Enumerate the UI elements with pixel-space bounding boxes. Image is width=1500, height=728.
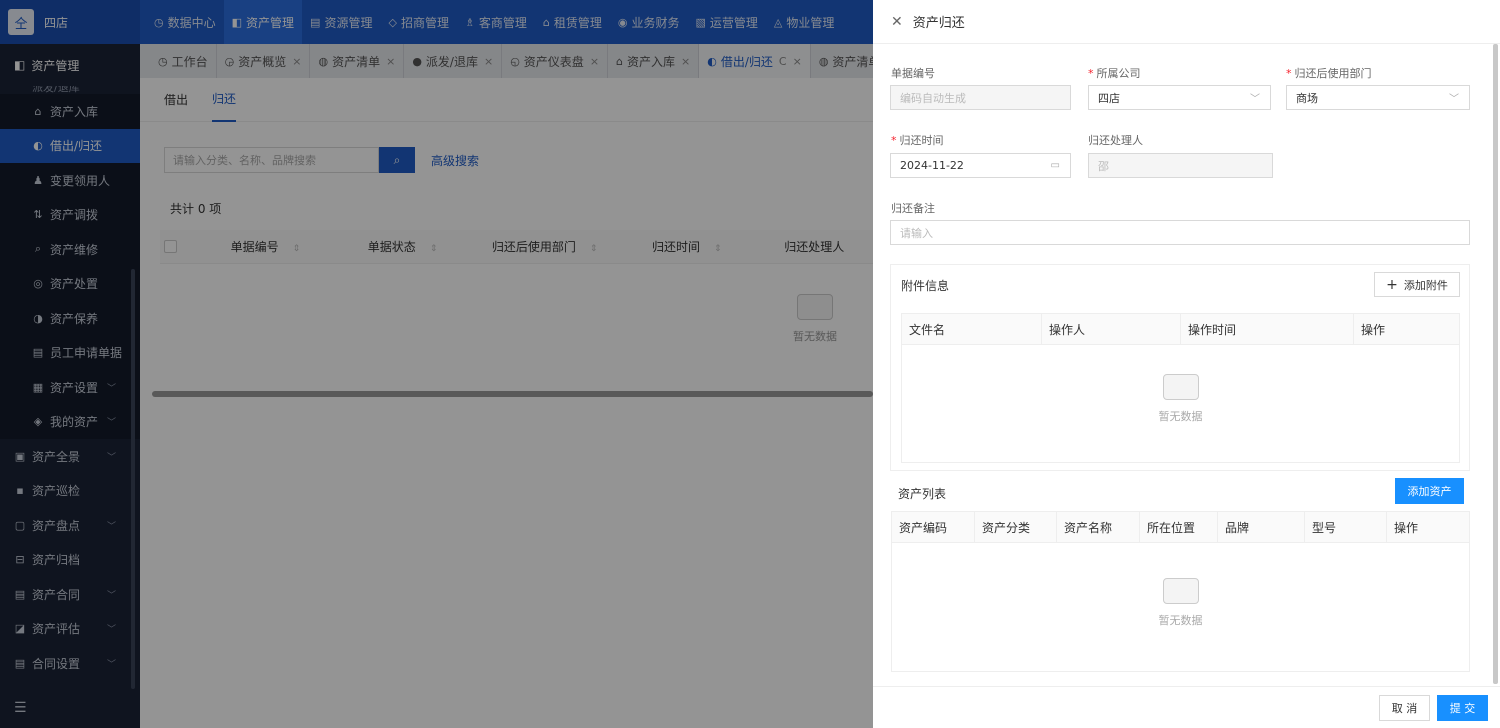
column-header: 操作人 — [1042, 313, 1181, 345]
empty-inbox-icon — [1162, 374, 1199, 400]
submit-button[interactable]: 提 交 — [1437, 695, 1488, 721]
column-header: 操作时间 — [1181, 313, 1354, 345]
asset-return-drawer: ✕ 资产归还 单据编号 编码自动生成 * 所属公司 四店 ﹀ * 归还后使用部门 商… — [873, 0, 1500, 728]
column-header: 资产编码 — [892, 511, 975, 543]
department-label: * 归还后使用部门 — [1286, 67, 1372, 80]
column-header: 资产分类 — [975, 511, 1057, 543]
remark-label: 归还备注 — [891, 202, 935, 215]
empty-inbox-icon — [1162, 578, 1199, 604]
cancel-button[interactable]: 取 消 — [1379, 695, 1430, 721]
attachments-table: 文件名 操作人 操作时间 操作 暂无数据 — [901, 313, 1460, 463]
asset-list-table: 资产编码 资产分类 资产名称 所在位置 品牌 型号 操作 暂无数据 — [891, 511, 1470, 672]
column-header: 型号 — [1305, 511, 1387, 543]
return-time-picker[interactable]: 2024-11-22 ▭ — [890, 153, 1071, 178]
department-select[interactable]: 商场 ﹀ — [1286, 85, 1470, 110]
drawer-footer: 取 消 提 交 — [873, 686, 1500, 728]
attachments-table-header: 文件名 操作人 操作时间 操作 — [902, 313, 1459, 345]
modal-overlay[interactable] — [0, 0, 873, 728]
doc-no-label: 单据编号 — [891, 67, 935, 80]
drawer-header: ✕ 资产归还 — [873, 0, 1500, 44]
column-header: 操作 — [1394, 520, 1419, 535]
company-select[interactable]: 四店 ﹀ — [1088, 85, 1271, 110]
asset-list-title: 资产列表 — [898, 487, 947, 501]
column-header: 所在位置 — [1140, 511, 1218, 543]
chevron-down-icon: ﹀ — [1250, 94, 1260, 105]
plus-icon: + — [1386, 276, 1398, 293]
column-header: 文件名 — [902, 313, 1042, 345]
asset-table-header: 资产编码 资产分类 资产名称 所在位置 品牌 型号 操作 — [892, 511, 1469, 543]
column-header: 品牌 — [1218, 511, 1305, 543]
chevron-down-icon: ﹀ — [1449, 94, 1459, 105]
attachments-section: 附件信息 + 添加附件 文件名 操作人 操作时间 操作 暂无数据 — [890, 264, 1470, 471]
handler-field: 邵 — [1088, 153, 1273, 178]
drawer-title: 资产归还 — [912, 16, 965, 31]
add-attachment-button[interactable]: + 添加附件 — [1374, 272, 1460, 297]
close-icon[interactable]: ✕ — [891, 14, 903, 30]
attachments-title: 附件信息 — [901, 279, 950, 293]
asset-empty-state: 暂无数据 — [892, 578, 1469, 628]
remark-input[interactable]: 请输入 — [890, 220, 1470, 245]
handler-label: 归还处理人 — [1088, 134, 1143, 147]
company-label: * 所属公司 — [1088, 67, 1141, 80]
column-header: 操作 — [1361, 322, 1386, 337]
drawer-scrollbar[interactable] — [1493, 44, 1498, 684]
attachments-empty-state: 暂无数据 — [902, 374, 1459, 424]
return-time-label: * 归还时间 — [891, 134, 944, 147]
add-asset-button[interactable]: 添加资产 — [1395, 478, 1464, 504]
calendar-icon: ▭ — [1050, 160, 1060, 171]
column-header: 资产名称 — [1057, 511, 1140, 543]
doc-no-field: 编码自动生成 — [890, 85, 1071, 110]
